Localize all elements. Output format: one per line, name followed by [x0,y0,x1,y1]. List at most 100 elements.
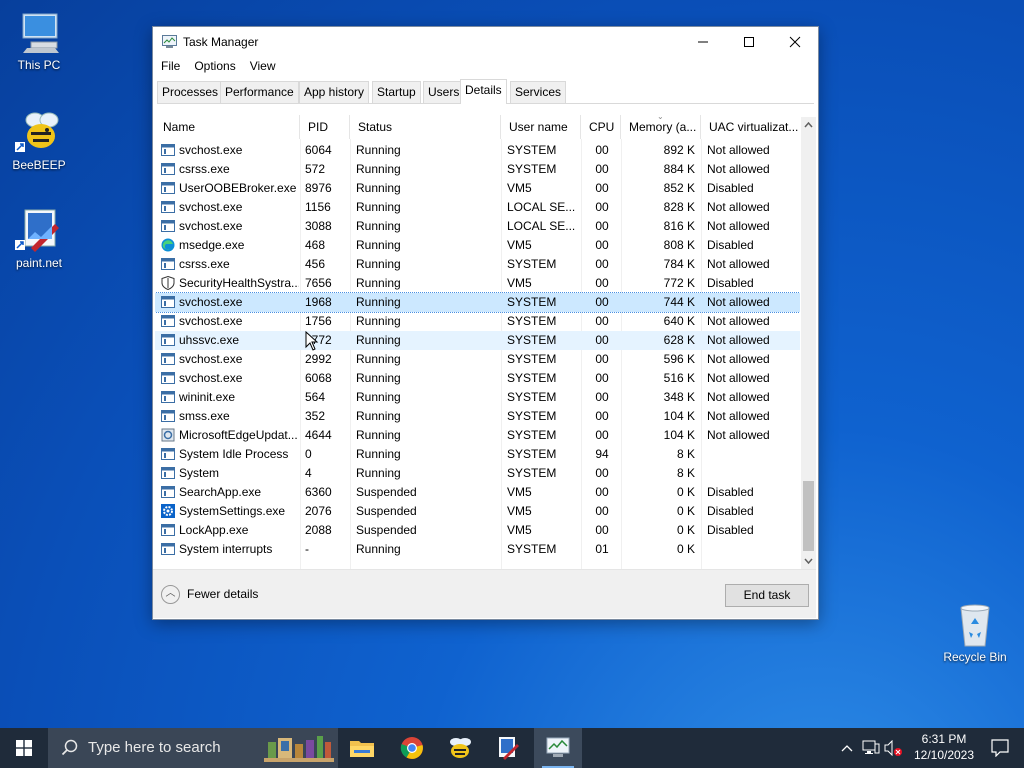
cell-uac [707,464,799,483]
process-name: LockApp.exe [179,523,249,537]
table-row[interactable]: msedge.exe 468 Running VM5 00 808 K Disabled [155,236,800,255]
cell-mem: 628 K [663,333,695,347]
table-row[interactable]: svchost.exe 1756 Running SYSTEM 00 640 K Not a… [155,312,800,331]
service-icon [161,447,175,461]
taskbar-beebeep[interactable] [436,728,484,768]
tab-startup[interactable]: Startup [372,81,421,103]
vertical-scrollbar[interactable] [801,117,816,569]
column-header-cpu[interactable]: CPU [581,115,621,139]
table-row[interactable]: UserOOBEBroker.exe 8976 Running VM5 00 852 K D… [155,179,800,198]
table-row[interactable]: LockApp.exe 2088 Suspended VM5 00 0 K Disabled [155,521,800,540]
table-row[interactable]: System Idle Process 0 Running SYSTEM 94 8 K [155,445,800,464]
table-row[interactable]: System 4 Running SYSTEM 00 8 K [155,464,800,483]
end-task-button[interactable]: End task [725,584,809,607]
column-header-uac[interactable]: UAC virtualizat... [701,115,800,139]
menu-options[interactable]: Options [186,57,241,73]
table-row[interactable]: uhssvc.exe 5772 Running SYSTEM 00 628 K Not al… [155,331,800,350]
taskbar-file-explorer[interactable] [338,728,386,768]
taskbar-clock[interactable]: 6:31 PM 12/10/2023 [912,731,976,763]
table-row[interactable]: SecurityHealthSystra... 7656 Running VM5 00 7… [155,274,800,293]
footer-bar: ︿ Fewer details End task [153,570,816,618]
chevron-up-icon[interactable] [841,744,853,752]
paint-net-icon [15,206,63,254]
taskbar-paint-net[interactable] [484,728,532,768]
chrome-icon [400,737,423,759]
fewer-details-button[interactable]: ︿ Fewer details [161,584,258,605]
cell-cpu: 00 [595,352,609,366]
cell-name: svchost.exe [159,141,299,160]
volume-muted-icon[interactable] [884,740,902,756]
cell-uac: Not allowed [707,257,770,271]
table-row[interactable]: csrss.exe 572 Running SYSTEM 00 884 K Not allo… [155,160,800,179]
cell-name: svchost.exe [159,293,299,312]
tab-processes[interactable]: Processes [157,81,224,103]
maximize-button[interactable] [726,27,772,57]
taskbar-search-box[interactable]: Type here to search [48,728,338,768]
table-row[interactable]: wininit.exe 564 Running SYSTEM 00 348 K Not al… [155,388,800,407]
process-name: svchost.exe [179,352,243,366]
menu-view[interactable]: View [242,57,282,73]
process-name: svchost.exe [179,314,243,328]
cell-name: svchost.exe [159,312,299,331]
desktop-icon-beebeep[interactable]: BeeBEEP [4,108,74,172]
network-icon[interactable] [862,740,880,756]
title-bar[interactable]: Task Manager [153,27,818,57]
cell-name: wininit.exe [159,388,299,407]
taskbar-chrome[interactable] [388,728,436,768]
table-row[interactable]: System interrupts - Running SYSTEM 01 0 K [155,540,800,559]
table-row[interactable]: svchost.exe 1968 Running SYSTEM 00 744 K Not a… [155,292,800,313]
cell-cpu: 00 [595,390,609,404]
table-row[interactable]: svchost.exe 1156 Running LOCAL SE... 00 828 K… [155,198,800,217]
tab-users[interactable]: Users [423,81,465,103]
table-row[interactable]: svchost.exe 2992 Running SYSTEM 00 596 K Not a… [155,350,800,369]
column-header-status[interactable]: Status [350,115,501,139]
scroll-up-icon[interactable] [801,119,816,131]
desktop-icon-this-pc[interactable]: This PC [4,8,74,72]
table-row[interactable]: svchost.exe 3088 Running LOCAL SE... 00 816 K… [155,217,800,236]
tab-details[interactable]: Details [460,79,507,104]
edge-icon [161,238,175,252]
cell-pid: 2076 [305,504,332,518]
column-header-user-name[interactable]: User name [501,115,581,139]
desktop-icon-recycle-bin[interactable]: Recycle Bin [940,600,1010,664]
scrollbar-thumb[interactable] [803,481,814,551]
cell-cpu: 94 [595,447,609,461]
cell-pid: 8976 [305,181,332,195]
cell-name: SystemSettings.exe [159,502,299,521]
table-row[interactable]: csrss.exe 456 Running SYSTEM 00 784 K Not allo… [155,255,800,274]
process-name: System interrupts [179,542,273,556]
cell-status: Suspended [356,504,417,518]
process-name: SecurityHealthSystra... [179,276,299,290]
cell-user: SYSTEM [507,352,557,366]
table-row[interactable]: smss.exe 352 Running SYSTEM 00 104 K Not allow… [155,407,800,426]
minimize-button[interactable] [680,27,726,57]
sort-indicator-icon: ⌄ [657,115,664,121]
taskbar-task-manager[interactable] [534,728,582,768]
cell-pid: 6064 [305,143,332,157]
system-tray [836,728,904,768]
desktop-icon-paint-net[interactable]: paint.net [4,206,74,270]
maximize-icon [744,36,754,47]
process-name: svchost.exe [179,200,243,214]
cell-uac: Not allowed [707,295,770,309]
table-row[interactable]: svchost.exe 6064 Running SYSTEM 00 892 K Not a… [155,141,800,160]
column-header-name[interactable]: Name [155,115,300,139]
table-row[interactable]: SystemSettings.exe 2076 Suspended VM5 00 0 K D… [155,502,800,521]
cell-pid: 456 [305,257,326,271]
table-row[interactable]: MicrosoftEdgeUpdat... 4644 Running SYSTEM 00… [155,426,800,445]
service-icon [161,542,175,556]
close-button[interactable] [772,27,818,57]
cell-user: SYSTEM [507,143,557,157]
tab-performance[interactable]: Performance [220,81,299,103]
notification-center-button[interactable] [976,728,1024,768]
tab-services[interactable]: Services [510,81,567,103]
bee-icon [15,108,63,156]
column-header-pid[interactable]: PID [300,115,350,139]
menu-file[interactable]: File [153,57,186,73]
table-row[interactable]: svchost.exe 6068 Running SYSTEM 00 516 K Not a… [155,369,800,388]
scroll-down-icon[interactable] [801,555,816,567]
table-row[interactable]: SearchApp.exe 6360 Suspended VM5 00 0 K Disabl… [155,483,800,502]
start-button[interactable] [0,728,48,768]
tab-app-history[interactable]: App history [299,81,370,103]
service-icon [161,466,175,480]
